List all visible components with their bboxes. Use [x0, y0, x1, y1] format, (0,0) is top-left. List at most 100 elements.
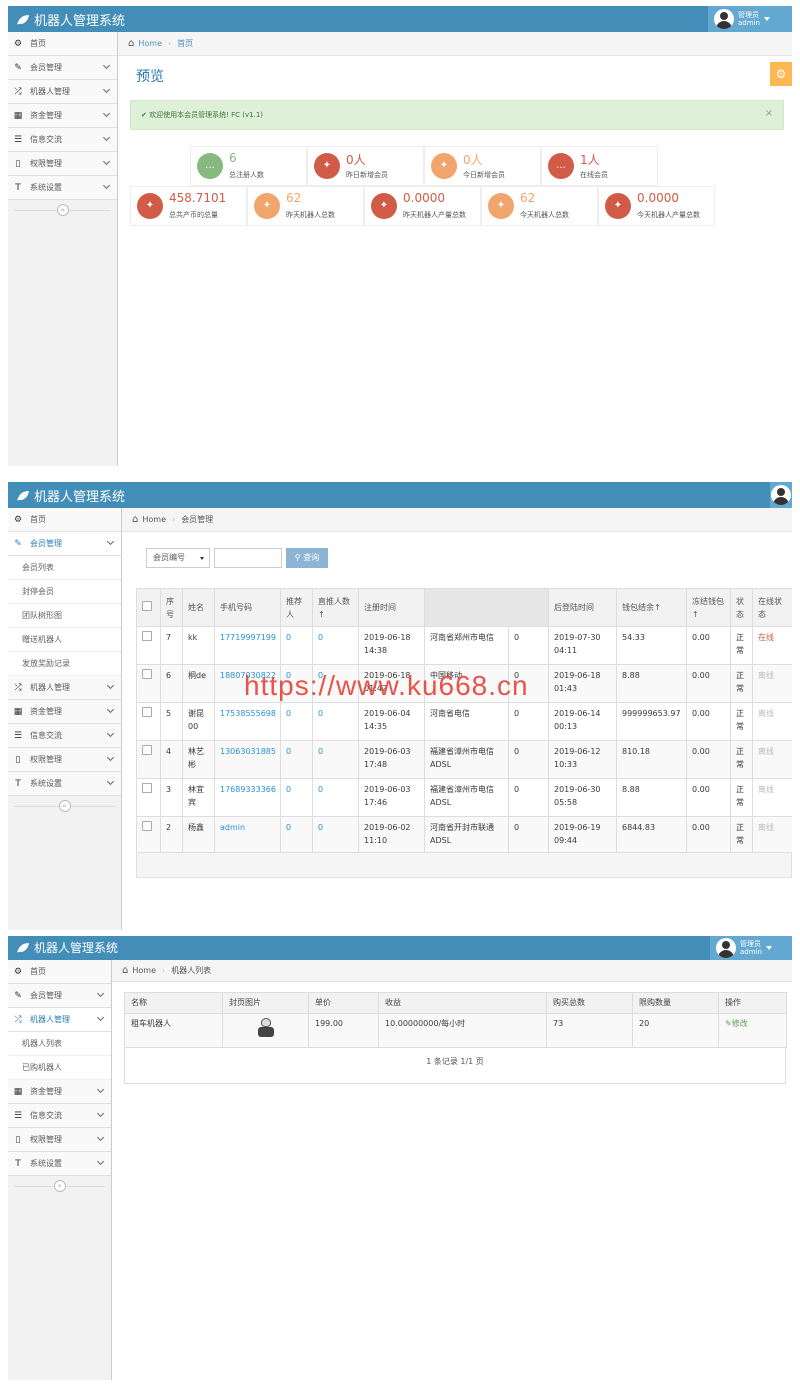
breadcrumb-home[interactable]: Home — [142, 515, 166, 524]
breadcrumb-separator: › — [161, 966, 166, 975]
edit-icon: ✎ — [14, 990, 22, 1001]
search-field-select[interactable]: 会员编号 — [146, 548, 210, 568]
select-all-checkbox[interactable] — [142, 600, 152, 611]
sidebar-item[interactable]: ⤮ 机器人管理 — [8, 676, 121, 700]
brand[interactable]: 机器人管理系统 — [16, 486, 125, 505]
breadcrumb-separator: › — [167, 39, 172, 48]
stat-box: … 6 总注册人数 — [190, 146, 307, 186]
sidebar-item[interactable]: ☰ 信息交流 — [8, 1104, 111, 1128]
sidebar-item-label: 资金管理 — [30, 111, 62, 120]
edit-button[interactable]: ✎修改 — [718, 1013, 787, 1048]
user-menu[interactable]: 管理员 admin — [710, 936, 792, 960]
login-location: 河南省郑州市电信 — [424, 626, 509, 665]
brand[interactable]: 机器人管理系统 — [16, 939, 118, 956]
panel-robot-list: 机器人管理系统 管理员 admin ⚙ 首页 ✎ 会员管理 ⤮ 机器人管理 机器人列表已… — [8, 936, 792, 1380]
sidebar-item[interactable]: ▯ 权限管理 — [8, 1128, 111, 1152]
column-header[interactable]: 钱包结余↑ — [616, 588, 687, 627]
stat-label: 今日新增会员 — [463, 171, 505, 179]
sidebar-item[interactable]: ▦ 资金管理 — [8, 1080, 111, 1104]
twitter-icon: ✦ — [314, 153, 340, 179]
sidebar-item[interactable]: ⤮ 机器人管理 — [8, 80, 117, 104]
sidebar-item-members[interactable]: ✎ 会员管理 — [8, 532, 121, 556]
breadcrumb-home[interactable]: Home — [132, 966, 156, 975]
column-header[interactable]: 直推人数↑ — [312, 588, 359, 627]
sidebar-collapse-button[interactable]: « — [8, 1176, 111, 1196]
direct-count[interactable]: 0 — [312, 702, 359, 741]
stat-box: ✦ 62 昨天机器人总数 — [247, 186, 364, 226]
submenu-item[interactable]: 机器人列表 — [8, 1032, 111, 1056]
referrer[interactable]: 0 — [280, 740, 313, 779]
search-button-label: 查询 — [303, 553, 320, 562]
stat-value: 62 — [520, 191, 536, 205]
member-name: kk — [182, 626, 215, 665]
row-checkbox[interactable] — [142, 821, 152, 831]
leaf-icon — [17, 14, 29, 25]
direct-count[interactable]: 0 — [312, 816, 359, 855]
robot-image-cell — [222, 1013, 309, 1048]
search-button[interactable]: ⚲ 查询 — [286, 548, 328, 568]
row-checkbox[interactable] — [142, 745, 152, 755]
submenu-item[interactable]: 封停会员 — [8, 580, 121, 604]
file-icon: ▯ — [15, 754, 21, 765]
sidebar-item[interactable]: ⚙ 首页 — [8, 32, 117, 56]
member-phone[interactable]: 13063031885 — [214, 740, 281, 779]
settings-gear-icon[interactable]: ⚙ — [770, 62, 792, 86]
row-checkbox[interactable] — [142, 669, 152, 679]
sidebar-item[interactable]: ▯ 权限管理 — [8, 748, 121, 772]
sidebar-collapse-button[interactable]: « — [8, 200, 117, 220]
account-status: 正常 — [730, 740, 753, 779]
row-checkbox[interactable] — [142, 707, 152, 717]
direct-count[interactable]: 0 — [312, 740, 359, 779]
login-location: 福建省漳州市电信ADSL — [424, 778, 509, 817]
sidebar-item[interactable]: T 系统设置 — [8, 176, 117, 200]
direct-count[interactable]: 0 — [312, 626, 359, 665]
sidebar-item-members[interactable]: ✎ 会员管理 — [8, 984, 111, 1008]
select-all-header[interactable] — [136, 588, 161, 627]
sidebar-item[interactable]: ▦ 资金管理 — [8, 104, 117, 128]
row-checkbox[interactable] — [142, 631, 152, 641]
submenu-item[interactable]: 团队树形图 — [8, 604, 121, 628]
member-phone[interactable]: admin — [214, 816, 281, 855]
direct-count[interactable]: 0 — [312, 778, 359, 817]
member-phone[interactable]: 17689333366 — [214, 778, 281, 817]
column-header: 序号 — [160, 588, 183, 627]
home-icon: ⌂ — [128, 38, 135, 49]
member-phone[interactable]: 17538555698 — [214, 702, 281, 741]
column-header[interactable]: 冻结钱包↑ — [686, 588, 731, 627]
user-menu[interactable] — [770, 482, 792, 508]
submenu-item[interactable]: 会员列表 — [8, 556, 121, 580]
sidebar-item[interactable]: ☰ 信息交流 — [8, 128, 117, 152]
sidebar-item-label: 权限管理 — [30, 755, 62, 764]
sidebar-item[interactable]: T 系统设置 — [8, 1152, 111, 1176]
search-input[interactable] — [214, 548, 282, 568]
sidebar-item[interactable]: ✎ 会员管理 — [8, 56, 117, 80]
submenu-item[interactable]: 赠送机器人 — [8, 628, 121, 652]
sidebar-item[interactable]: ☰ 信息交流 — [8, 724, 121, 748]
sidebar-item[interactable]: ▯ 权限管理 — [8, 152, 117, 176]
user-menu[interactable]: 管理员 admin — [708, 6, 792, 32]
row-checkbox[interactable] — [142, 783, 152, 793]
breadcrumb-current[interactable]: 首页 — [177, 38, 193, 49]
breadcrumb-home[interactable]: Home — [138, 39, 162, 48]
referrer[interactable]: 0 — [280, 816, 313, 855]
sidebar-item-home[interactable]: ⚙ 首页 — [8, 508, 121, 532]
sidebar-item-robots[interactable]: ⤮ 机器人管理 — [8, 1008, 111, 1032]
member-phone[interactable]: 17719997199 — [214, 626, 281, 665]
sidebar-item-home[interactable]: ⚙ 首页 — [8, 960, 111, 984]
sidebar-item[interactable]: T 系统设置 — [8, 772, 121, 796]
referrer[interactable]: 0 — [280, 778, 313, 817]
sidebar-collapse-button[interactable]: « — [8, 796, 121, 816]
alert-close-icon[interactable]: × — [765, 108, 773, 119]
robot-price: 199.00 — [308, 1013, 379, 1048]
submenu-item[interactable]: 发放奖励记录 — [8, 652, 121, 676]
submenu-item[interactable]: 已购机器人 — [8, 1056, 111, 1080]
referrer[interactable]: 0 — [280, 702, 313, 741]
sidebar-item-label: 首页 — [30, 515, 46, 524]
brand[interactable]: 机器人管理系统 — [16, 10, 125, 29]
column-header: 姓名 — [182, 588, 215, 627]
sidebar-item-label: 信息交流 — [30, 135, 62, 144]
referrer[interactable]: 0 — [280, 626, 313, 665]
chevron-down-icon — [102, 61, 111, 70]
sidebar-item[interactable]: ▦ 资金管理 — [8, 700, 121, 724]
panel-member-list: 机器人管理系统 ⚙ 首页 ✎ 会员管理 会员列表 封停会员 团队树形图 赠送机器人 发放奖励… — [8, 482, 792, 930]
